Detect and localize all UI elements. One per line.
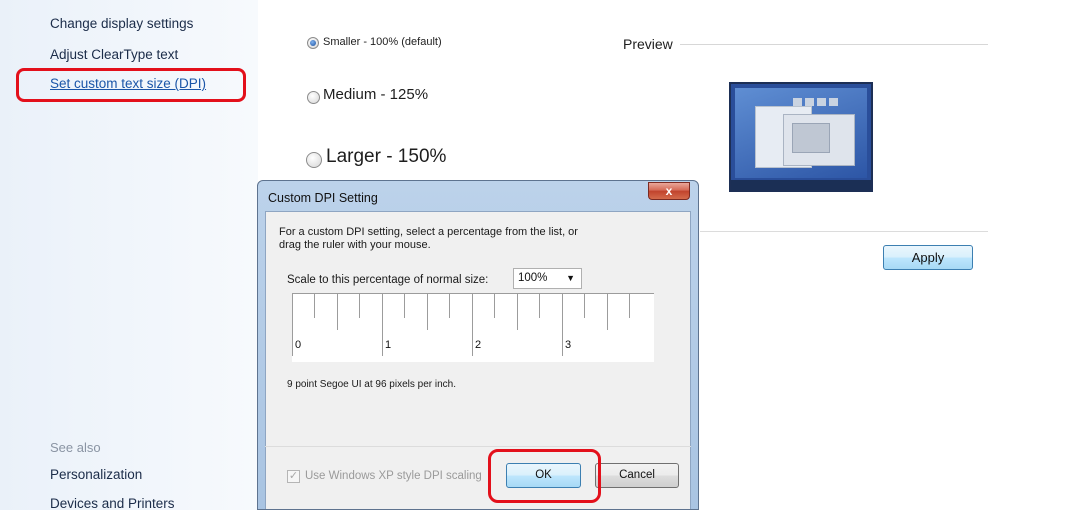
dialog-title: Custom DPI Setting: [268, 191, 378, 205]
highlight-box-dpi-link: [16, 68, 246, 102]
dialog-description-line2: drag the ruler with your mouse.: [279, 239, 431, 251]
section-divider: [700, 231, 988, 232]
dialog-description-line1: For a custom DPI setting, select a perce…: [279, 226, 578, 238]
cancel-button[interactable]: Cancel: [595, 463, 679, 488]
radio-larger-label: Larger - 150%: [326, 146, 447, 167]
devices-and-printers-link[interactable]: Devices and Printers: [50, 496, 175, 511]
dialog-footer-divider: [265, 446, 691, 447]
change-display-settings-link[interactable]: Change display settings: [50, 16, 193, 31]
ruler-label-2: 2: [475, 339, 482, 351]
dpi-info-text: 9 point Segoe UI at 96 pixels per inch.: [287, 379, 456, 390]
preview-divider: [680, 44, 988, 45]
dpi-ruler[interactable]: 0 1 2 3: [292, 293, 654, 362]
custom-dpi-dialog: Custom DPI Setting x For a custom DPI se…: [257, 180, 699, 510]
checkmark-icon: ✓: [288, 470, 299, 482]
highlight-box-ok-button: [488, 449, 601, 503]
dialog-description: For a custom DPI setting, select a perce…: [279, 226, 578, 252]
chevron-down-icon: ▼: [566, 273, 575, 283]
radio-larger[interactable]: [306, 152, 322, 168]
scale-dropdown-value: 100%: [518, 272, 548, 284]
close-icon: x: [665, 184, 673, 198]
xp-scaling-checkbox[interactable]: ✓: [287, 470, 300, 483]
xp-scaling-label: Use Windows XP style DPI scaling: [305, 470, 482, 482]
ruler-label-1: 1: [385, 339, 392, 351]
see-also-heading: See also: [50, 440, 101, 455]
ruler-label-3: 3: [565, 339, 572, 351]
scale-label: Scale to this percentage of normal size:: [287, 274, 489, 286]
ruler-label-0: 0: [295, 339, 302, 351]
scale-dropdown[interactable]: 100% ▼: [513, 268, 582, 289]
adjust-cleartype-link[interactable]: Adjust ClearType text: [50, 47, 178, 62]
preview-label: Preview: [623, 36, 673, 52]
radio-medium[interactable]: [307, 91, 320, 104]
preview-window-front: [783, 114, 855, 166]
personalization-link[interactable]: Personalization: [50, 467, 142, 482]
apply-button[interactable]: Apply: [883, 245, 973, 270]
radio-smaller[interactable]: [307, 37, 319, 49]
preview-monitor-image: [729, 82, 873, 192]
radio-medium-label: Medium - 125%: [323, 86, 429, 103]
radio-smaller-label: Smaller - 100% (default): [323, 36, 442, 48]
close-button[interactable]: x: [648, 182, 690, 200]
